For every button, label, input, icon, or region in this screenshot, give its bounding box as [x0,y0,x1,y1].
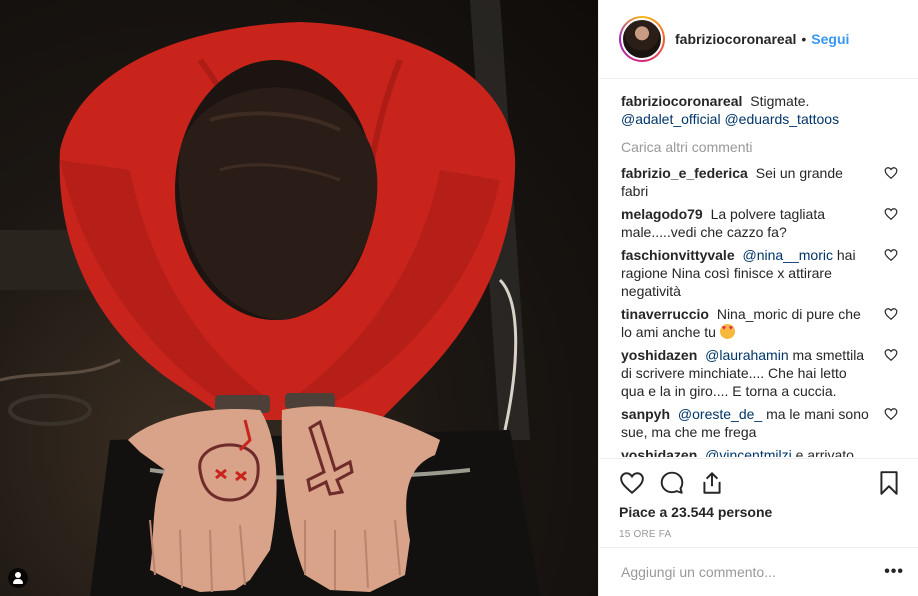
comment-username[interactable]: sanpyh [621,406,670,422]
post-caption: fabriziocoronareal Stigmate. @adalet_off… [621,92,898,128]
comment-item: sanpyh @oreste_de_ ma le mani sono sue, … [621,405,898,441]
save-button[interactable] [878,469,900,497]
load-more-comments-button[interactable]: Carica altri commenti [621,138,898,156]
heart-icon[interactable] [884,348,898,362]
like-button[interactable] [619,469,659,497]
separator-dot: • [801,31,807,47]
follow-button[interactable]: Segui [811,31,849,47]
comment-username[interactable]: melagodo79 [621,206,703,222]
caption-mention[interactable]: @eduards_tattoos [724,111,839,127]
comment-mention[interactable]: @oreste_de_ [678,406,762,422]
heart-icon[interactable] [884,248,898,262]
comment-username[interactable]: faschionvittyvale [621,247,735,263]
header-username[interactable]: fabriziocoronareal [675,31,796,47]
heart-icon[interactable] [884,207,898,221]
heart-icon[interactable] [619,470,645,496]
comment-mention[interactable]: @vincentmilzi [705,447,792,457]
comment-mention[interactable]: @nina__moric [743,247,833,263]
comment-input[interactable] [621,564,885,580]
photo-illustration [0,0,540,596]
more-options-icon[interactable]: ••• [884,563,904,581]
caption-text: Stigmate. [750,93,810,109]
comments-section[interactable]: fabriziocoronareal Stigmate. @adalet_off… [599,80,918,457]
comment-item: yoshidazen @vincentmilzi e arrivato Vinc… [621,446,898,457]
comment-item: yoshidazen @laurahamin ma smettila di sc… [621,346,898,400]
likes-count[interactable]: Piace a 23.544 persone [619,503,900,521]
comment-item: tinaverruccio Nina_moric di pure che lo … [621,305,898,341]
story-ring[interactable] [619,16,665,62]
share-button[interactable] [699,469,739,497]
post-timestamp[interactable]: 15 ORE FA [619,529,900,540]
post-photo[interactable] [0,0,598,596]
heart-icon[interactable] [884,307,898,321]
comment-item: melagodo79 La polvere tagliata male.....… [621,205,898,241]
comment-username[interactable]: yoshidazen [621,347,697,363]
comment-button[interactable] [659,469,699,497]
heart-icon[interactable] [884,407,898,421]
comment-mention[interactable]: @laurahamin [705,347,788,363]
comment-username[interactable]: fabrizio_e_federica [621,165,748,181]
share-icon[interactable] [699,470,725,496]
comment-item: fabrizio_e_federica Sei un grande fabri [621,164,898,200]
avatar[interactable] [621,18,663,60]
caption-mention[interactable]: @adalet_official [621,111,721,127]
post-sidebar: fabriziocoronareal • Segui fabriziocoron… [598,0,918,596]
post-header: fabriziocoronareal • Segui [599,0,918,79]
heart-icon[interactable] [884,166,898,180]
action-buttons-row [619,469,900,497]
speech-bubble-icon[interactable] [659,470,685,496]
comment-username[interactable]: yoshidazen [621,447,697,457]
post-actions: Piace a 23.544 persone 15 ORE FA [599,458,918,548]
heart-eyes-emoji-icon [719,324,735,339]
bookmark-icon[interactable] [878,470,900,496]
add-comment-bar: ••• [599,547,918,596]
caption-username[interactable]: fabriziocoronareal [621,93,742,109]
user-tag-icon[interactable] [8,568,28,588]
comment-item: faschionvittyvale @nina__moric hai ragio… [621,246,898,300]
comment-username[interactable]: tinaverruccio [621,306,709,322]
